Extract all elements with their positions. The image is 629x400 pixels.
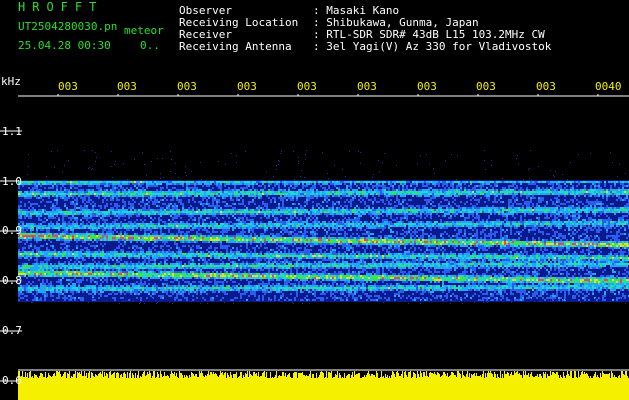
y-tick-label: 0.9	[2, 224, 22, 237]
y-tick-label: 1.1	[2, 125, 22, 138]
counter-label: 0..	[140, 39, 160, 52]
spectrogram-canvas	[0, 94, 629, 400]
x-time-label: 0040	[595, 80, 622, 93]
x-time-label: 003	[58, 80, 78, 93]
x-time-label: 003	[117, 80, 137, 93]
x-time-label: 003	[417, 80, 437, 93]
x-time-label: 003	[476, 80, 496, 93]
y-tick-label: 0.7	[2, 324, 22, 337]
axis-unit-label: kHz	[1, 75, 21, 88]
x-time-label: 003	[357, 80, 377, 93]
x-time-label: 003	[237, 80, 257, 93]
info-antenna-value: : 3el Yagi(V) Az 330 for Vladivostok	[313, 40, 552, 53]
x-time-label: 003	[536, 80, 556, 93]
x-time-label: 003	[297, 80, 317, 93]
x-time-label: 003	[177, 80, 197, 93]
y-tick-label: 0.6	[2, 374, 22, 387]
datetime-label: 25.04.28 00:30	[18, 39, 111, 52]
info-antenna-label: Receiving Antenna	[179, 40, 292, 53]
baseline-noise-band	[18, 382, 629, 400]
app-title: HROFFT	[18, 0, 104, 14]
mode-label: meteor	[124, 24, 164, 37]
filename-label: UT2504280030.pn	[18, 20, 118, 33]
y-tick-label: 1.0	[2, 175, 22, 188]
waterfall-layer	[0, 94, 629, 400]
y-tick-label: 0.8	[2, 274, 22, 287]
